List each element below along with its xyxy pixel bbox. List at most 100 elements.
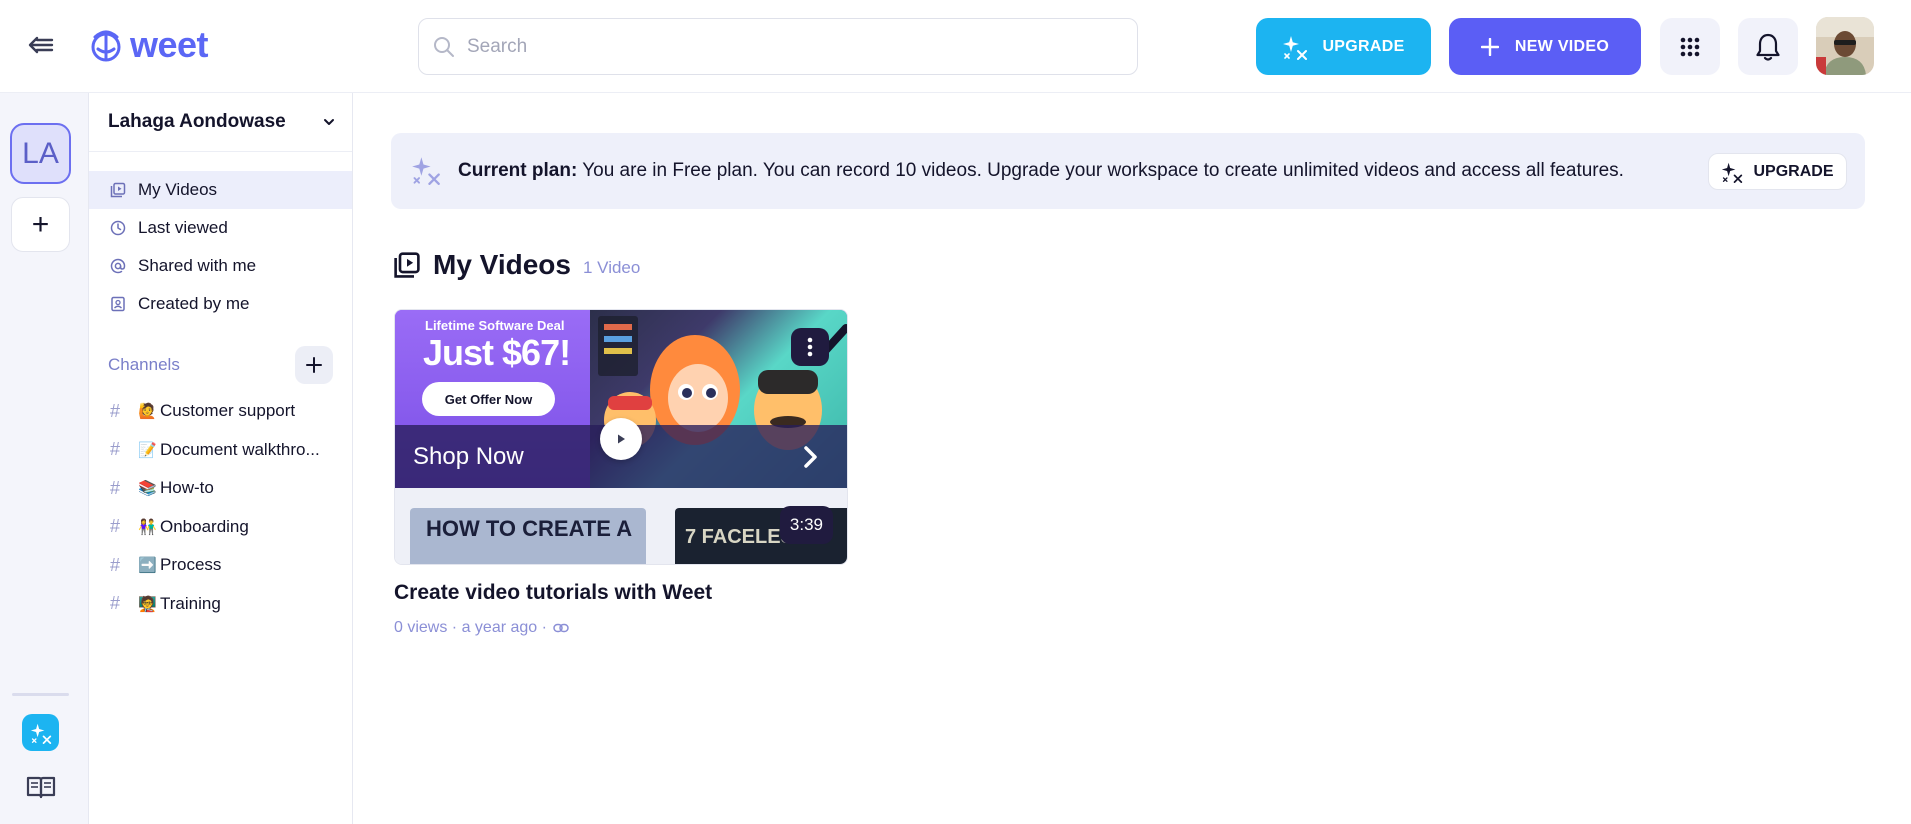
ad-price-text: Just $67! [423,332,571,373]
workspace-initials: LA [22,136,59,170]
video-menu-button[interactable] [791,328,829,366]
workspace-rail: LA + [0,93,89,824]
hash-icon: # [110,593,121,614]
grid-dots-icon [1680,37,1700,56]
channel-item-customer-support[interactable]: # 🙋 Customer support [89,392,352,431]
sidebar: Lahaga Aondowase My Videos Last viewed S… [89,93,353,824]
thumbnail-tile-left: HOW TO CREATE A [410,508,646,564]
ad-shop-text: Shop Now [413,443,524,470]
sidebar-item-label: Created by me [138,294,250,313]
video-thumbnail[interactable]: Lifetime Software Deal Just $67! Get Off… [394,309,848,565]
workspace-avatar[interactable]: LA [10,123,71,184]
plan-banner-text: Current plan: You are in Free plan. You … [458,160,1624,182]
thumbnail-ad-banner: Lifetime Software Deal Just $67! Get Off… [395,310,847,488]
channel-item-onboarding[interactable]: # 👫 Onboarding [89,508,352,547]
channel-label: Document walkthro... [160,439,320,459]
banner-upgrade-button[interactable]: UPGRADE [1708,153,1847,190]
video-library-icon [110,182,126,198]
channel-emoji: ➡️ [138,557,157,575]
apps-button[interactable] [1660,18,1720,75]
profile-icon [110,296,126,312]
play-button[interactable] [600,418,642,460]
sidebar-item-label: Last viewed [138,218,228,237]
channel-label: Training [160,593,221,613]
video-meta-text: 0 views · a year ago · [394,619,547,636]
channel-emoji: 📚 [138,480,157,498]
chevron-down-icon [324,119,334,125]
channel-label: How-to [160,478,214,498]
sidebar-nav: My Videos Last viewed Shared with me Cre… [89,171,352,323]
channel-item-how-to[interactable]: # 📚 How-to [89,469,352,508]
video-title[interactable]: Create video tutorials with Weet [394,581,848,605]
channel-item-training[interactable]: # 🧑‍🏫 Training [89,585,352,624]
page-title: My Videos [433,249,571,280]
hash-icon: # [110,477,121,498]
rail-upgrade-button[interactable] [22,714,59,751]
ad-offer-pill: Get Offer Now [422,382,555,416]
thumbnail-tile-right-text: 7 FACELES [685,526,794,548]
chevron-right-icon [804,446,817,468]
top-bar: weet UPGRADE NEW VIDEO [0,0,1911,93]
at-icon [110,258,126,274]
add-channel-button[interactable] [295,346,333,384]
bell-icon [1756,33,1780,61]
user-avatar[interactable] [1816,17,1874,75]
upgrade-button-label: UPGRADE [1322,37,1405,55]
hash-icon: # [110,516,121,537]
sidebar-item-shared-with-me[interactable]: Shared with me [89,247,352,285]
channel-label: Onboarding [160,516,249,536]
channel-label: Customer support [160,401,296,421]
plan-banner: Current plan: You are in Free plan. You … [391,133,1865,209]
section-header: My Videos 1 Video [393,249,640,281]
video-card: Lifetime Software Deal Just $67! Get Off… [394,309,848,637]
plus-icon [306,357,322,373]
search-box[interactable] [418,18,1138,75]
channel-list: # 🙋 Customer support # 📝 Document walkth… [89,392,352,623]
channel-emoji: 🙋 [138,403,157,421]
help-docs-button[interactable] [24,773,58,801]
search-input[interactable] [467,35,1107,58]
plus-icon [1480,37,1499,56]
channel-emoji: 📝 [138,441,157,459]
channels-header: Channels [89,345,352,385]
play-icon [618,434,625,444]
add-workspace-button[interactable]: + [11,197,70,252]
workspace-name: Lahaga Aondowase [108,111,286,132]
sidebar-item-label: My Videos [138,180,218,199]
sparkle-icon [412,157,440,185]
copy-link-icon[interactable] [553,623,569,633]
rail-divider [12,693,69,696]
notifications-button[interactable] [1738,18,1798,75]
collapse-sidebar-button[interactable] [26,30,56,60]
sidebar-item-created-by-me[interactable]: Created by me [89,285,352,323]
plan-banner-label: Current plan: [458,160,578,181]
upgrade-button[interactable]: UPGRADE [1256,18,1431,75]
sidebar-item-my-videos[interactable]: My Videos [89,171,352,209]
arrow-left-lines-icon [28,36,54,54]
thumbnail-tile-left-text: HOW TO CREATE A [426,516,633,541]
hash-icon: # [110,439,121,460]
book-icon [26,776,56,799]
weet-logo[interactable]: weet [86,24,209,66]
hash-icon: # [110,554,121,575]
plan-banner-message: You are in Free plan. You can record 10 … [577,160,1624,181]
plus-icon: + [31,207,50,241]
channel-item-process[interactable]: # ➡️ Process [89,546,352,585]
logo-text: weet [130,24,209,65]
channel-label: Process [160,555,222,575]
video-library-icon [394,252,420,278]
sidebar-item-label: Shared with me [138,256,257,275]
new-video-button-label: NEW VIDEO [1514,37,1610,55]
channels-label: Channels [108,355,180,374]
kebab-menu-icon [807,337,813,357]
new-video-button[interactable]: NEW VIDEO [1449,18,1641,75]
sparkle-icon [1722,162,1743,183]
video-duration-badge: 3:39 [779,506,833,544]
sparkle-icon [1283,35,1308,60]
search-icon [434,36,454,57]
workspace-selector[interactable]: Lahaga Aondowase [89,93,352,152]
weet-logo-icon [91,30,121,62]
hash-icon: # [110,400,121,421]
channel-item-document-walkthrough[interactable]: # 📝 Document walkthro... [89,431,352,470]
sidebar-item-last-viewed[interactable]: Last viewed [89,209,352,247]
